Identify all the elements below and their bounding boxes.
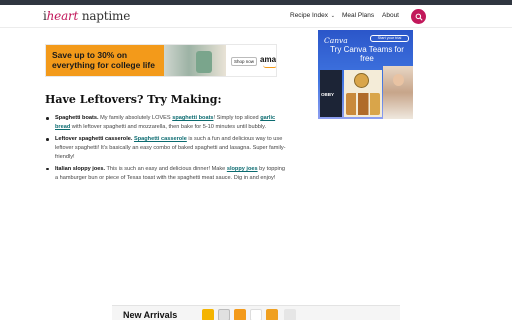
search-button[interactable] [411,9,426,24]
product-thumbnail [202,309,214,320]
item-title: Leftover spaghetti casserole. [55,136,133,143]
sloppy-joes-link[interactable]: sloppy joes [227,166,258,172]
canva-ad[interactable]: Canva Start your trial Try Canva Teams f… [318,30,413,119]
sun-badge-icon [354,73,369,88]
amazon-logo: amazon [260,55,277,64]
product-thumbnail [250,309,262,320]
list-item: Spaghetti boats. My family absolutely LO… [46,114,286,132]
item-text: This is such an easy and delicious dinne… [105,165,227,172]
list-item: Italian sloppy joes. This is such an eas… [46,165,286,183]
bullet-icon [46,138,49,141]
list-item: Leftover spaghetti casserole. Spaghetti … [46,135,286,161]
canva-logo: Canva [324,36,348,45]
spaghetti-casserole-link[interactable]: Spaghetti casserole [134,136,187,142]
new-arrivals-heading: New Arrivals [123,310,178,320]
search-icon [415,13,423,21]
footer-banner-ad[interactable]: New Arrivals [112,305,400,320]
product-thumbnail [266,309,278,320]
section-heading: Have Leftovers? Try Making: [45,93,222,106]
nav-recipe-index-label: Recipe Index [290,12,328,19]
chevron-down-icon: ⌄ [330,13,335,19]
logo-heart: heart [46,9,79,23]
shop-now-button[interactable]: Shop now [231,57,257,66]
bag-icon [196,51,212,73]
canva-ad-title: Try Canva Teams for free [330,45,404,63]
nav-recipe-index[interactable]: Recipe Index ⌄ [290,12,335,19]
product-thumbnail [284,309,296,320]
site-logo[interactable]: iheart naptime [43,9,130,23]
bullet-icon [46,117,49,120]
item-text: My family absolutely LOVES [98,115,173,121]
ad-product-photo [164,45,226,76]
spaghetti-boats-link[interactable]: spaghetti boats [172,115,213,121]
ad-panel-label: OBBY [321,92,335,97]
leftovers-list: Spaghetti boats. My family absolutely LO… [46,114,286,186]
item-title: Spaghetti boats. [55,115,99,121]
amazon-college-ad[interactable]: Save up to 30% on everything for college… [45,44,277,77]
amazon-smile-icon [263,65,276,68]
ad-headline: Save up to 30% on everything for college… [52,50,155,70]
item-title: Italian sloppy joes. [55,165,106,172]
nav-meal-plans[interactable]: Meal Plans [342,12,374,19]
product-thumbnail [234,309,246,320]
item-text: ! Simply top sliced [213,115,261,121]
product-thumbnail [218,309,230,320]
start-trial-button[interactable]: Start your trial [370,35,409,42]
nav-about[interactable]: About [382,12,399,19]
coffee-cups-image [346,93,380,115]
item-text: with leftover spaghetti and mozzarella, … [70,123,267,130]
person-head [393,74,404,86]
bullet-icon [46,167,49,171]
site-header: iheart naptime Recipe Index ⌄ Meal Plans… [0,5,512,28]
logo-naptime: naptime [81,9,131,23]
